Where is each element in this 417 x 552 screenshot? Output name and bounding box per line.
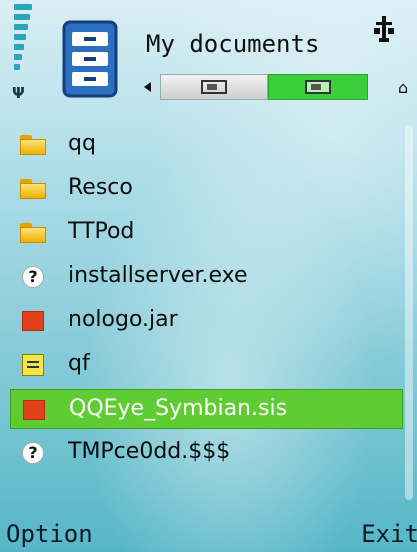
unknown-file-icon: ? (22, 266, 44, 288)
list-item-selected[interactable]: QQEye_Symbian.sis (10, 389, 403, 429)
list-item[interactable]: ? installserver.exe (10, 257, 403, 297)
folder-icon (20, 177, 46, 201)
application-icon (23, 400, 45, 420)
folder-icon (20, 133, 46, 157)
file-name: qq (68, 131, 96, 156)
usb-icon (374, 16, 394, 42)
file-name: qf (68, 351, 90, 376)
memory-card-icon (305, 80, 331, 94)
list-item[interactable]: TTPod (10, 213, 403, 253)
list-item[interactable]: ? TMPce0dd.$$$ (10, 433, 403, 473)
scrollbar[interactable] (405, 125, 413, 500)
file-name: TTPod (68, 219, 135, 244)
exit-softkey[interactable]: Exit (361, 520, 417, 548)
file-name: nologo.jar (68, 307, 178, 332)
file-name: QQEye_Symbian.sis (69, 396, 288, 421)
application-icon (22, 311, 44, 331)
signal-strength-icon (14, 4, 34, 76)
page-title: My documents (146, 30, 320, 58)
option-softkey[interactable]: Option (6, 520, 93, 548)
phone-screen: Ψ My documents ⌂ qq Resco TTPod ? instal… (0, 0, 417, 552)
file-manager-icon (62, 20, 118, 98)
list-item[interactable]: qq (10, 125, 403, 165)
header: Ψ My documents ⌂ (0, 0, 417, 110)
phone-memory-icon (201, 80, 227, 94)
list-item[interactable]: nologo.jar (10, 301, 403, 341)
antenna-icon: Ψ (12, 84, 25, 102)
tab-memory-card[interactable] (268, 74, 368, 100)
lock-icon: ⌂ (398, 78, 409, 97)
note-icon (22, 354, 44, 376)
list-item[interactable]: qf (10, 345, 403, 385)
unknown-file-icon: ? (22, 442, 44, 464)
tab-left-arrow-icon[interactable] (144, 82, 151, 92)
folder-icon (20, 221, 46, 245)
softkey-bar: Option Exit (0, 508, 417, 552)
file-name: Resco (68, 175, 133, 200)
file-name: installserver.exe (68, 263, 248, 288)
file-name: TMPce0dd.$$$ (68, 439, 231, 464)
tab-phone-memory[interactable] (160, 74, 268, 100)
list-item[interactable]: Resco (10, 169, 403, 209)
